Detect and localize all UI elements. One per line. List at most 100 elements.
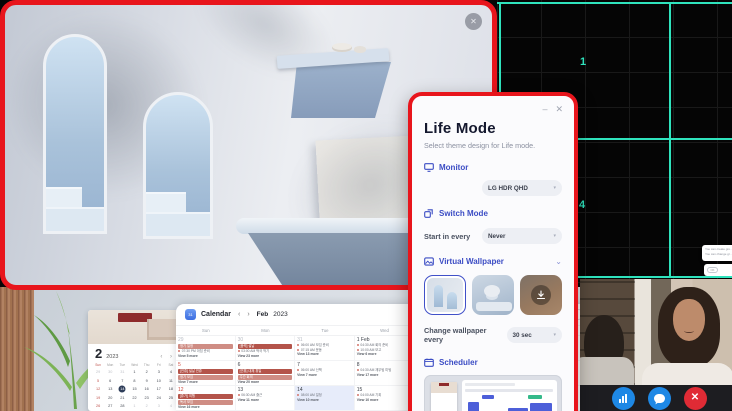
- calendar-day-cell[interactable]: 5[연휴] 설날 연휴정기 모임View 7 more: [176, 361, 236, 385]
- calendar-next-icon[interactable]: ›: [247, 311, 249, 318]
- mini-calendar-date[interactable]: 5: [92, 377, 104, 386]
- view-more-link[interactable]: View 10 more: [357, 398, 412, 403]
- mini-calendar-date[interactable]: 8: [128, 377, 140, 386]
- end-call-button[interactable]: ✕: [684, 387, 707, 410]
- mini-calendar-date[interactable]: 31: [116, 368, 128, 377]
- monitor-dropdown[interactable]: LG HDR QHD▾: [482, 180, 562, 196]
- day-header: Tue: [295, 326, 355, 335]
- start-in-every-label: Start in every: [424, 232, 470, 241]
- calendar-day-cell[interactable]: 1306:30 AM 출근View 11 more: [236, 386, 296, 410]
- day-header: Sun: [176, 326, 236, 335]
- calendar-day-cell[interactable]: 1504:00 AM 기획View 10 more: [355, 386, 415, 410]
- mini-calendar-date[interactable]: 3: [153, 368, 165, 377]
- calendar-day-cell[interactable]: 30[음력] 설날03:00 AM 떡국 먹기View 23 more: [236, 336, 296, 360]
- mini-calendar-date[interactable]: 15: [128, 385, 140, 394]
- mini-calendar-date[interactable]: 14: [116, 385, 128, 394]
- event-bar[interactable]: [연휴] 대체 휴일: [238, 369, 293, 374]
- mini-calendar-row: 19202122232425: [88, 394, 181, 403]
- calendar-day-cell[interactable]: 1408:00 AM 일정View 10 more: [295, 386, 355, 410]
- wallpaper-thumb-desk[interactable]: [472, 275, 514, 315]
- chevron-down-icon: ▾: [553, 185, 556, 191]
- mini-day-header: Fri: [153, 361, 165, 368]
- view-more-link[interactable]: View 5 more: [178, 354, 233, 359]
- wallpaper-thumb-arches[interactable]: [424, 275, 466, 315]
- mini-calendar-date[interactable]: 1: [128, 368, 140, 377]
- mini-calendar-date[interactable]: 10: [153, 377, 165, 386]
- event-bar[interactable]: [휴가] 여행: [178, 394, 233, 399]
- mini-calendar-date[interactable]: 13: [104, 385, 116, 394]
- mini-calendar-date[interactable]: 30: [104, 368, 116, 377]
- mini-calendar-date[interactable]: 26: [92, 402, 104, 411]
- calendar-day-cell[interactable]: 706:00 AM 산책View 7 more: [295, 361, 355, 385]
- thumb-arch: [434, 285, 443, 307]
- wallpaper-thumbnails: [424, 275, 562, 315]
- calendar-day-cell[interactable]: 804:30 AM 재무팀 미팅View 17 more: [355, 361, 415, 385]
- notification-action-box: OK: [704, 264, 732, 276]
- tooltip-ok-button[interactable]: OK: [707, 267, 718, 273]
- calendar-day-cell[interactable]: 6[연휴] 대체 휴일주간 회의View 20 more: [236, 361, 296, 385]
- close-icon[interactable]: ✕: [465, 13, 482, 30]
- mini-calendar-date[interactable]: 17: [153, 385, 165, 394]
- view-more-link[interactable]: View 7 more: [178, 380, 233, 385]
- event-bar[interactable]: [연휴] 설날 연휴: [178, 369, 233, 374]
- mini-calendar-date[interactable]: 6: [104, 377, 116, 386]
- video-call-panel: ✕: [580, 279, 732, 411]
- close-icon[interactable]: ✕: [555, 105, 563, 114]
- monitor-section-label: Monitor: [439, 163, 468, 172]
- minimize-icon[interactable]: –: [542, 105, 547, 114]
- mini-day-header: Thu: [141, 361, 153, 368]
- chat-button[interactable]: [648, 387, 671, 410]
- mini-calendar-date[interactable]: 20: [104, 394, 116, 403]
- mini-calendar-date[interactable]: 24: [153, 394, 165, 403]
- mini-calendar-date[interactable]: 12: [92, 385, 104, 394]
- thumb-preview: [427, 278, 463, 312]
- view-more-link[interactable]: View 16 more: [178, 405, 233, 410]
- mini-calendar-date[interactable]: 16: [141, 385, 153, 394]
- switch-interval-dropdown[interactable]: Never▾: [482, 228, 562, 244]
- view-more-link[interactable]: View 20 more: [238, 380, 293, 385]
- mini-calendar-artwork: [88, 310, 181, 344]
- mini-calendar-date[interactable]: 2: [141, 402, 153, 411]
- mini-calendar-nav-arrows[interactable]: ‹ ›: [160, 354, 175, 360]
- arch-niche-large: [43, 34, 107, 234]
- mini-calendar-date[interactable]: 9: [141, 377, 153, 386]
- mini-calendar-date[interactable]: 28: [116, 402, 128, 411]
- wallpaper-interval-dropdown[interactable]: 30 sec▾: [507, 327, 562, 343]
- mini-calendar-date[interactable]: 1: [128, 402, 140, 411]
- mini-calendar-year: 2023: [106, 354, 118, 360]
- close-call-icon: ✕: [691, 393, 699, 403]
- mini-day-header: Tue: [116, 361, 128, 368]
- wallpaper-thumb-download[interactable]: [520, 275, 562, 315]
- calendar-prev-icon[interactable]: ‹: [238, 311, 240, 318]
- grid-line-top: [497, 2, 732, 4]
- calendar-icon: [424, 358, 434, 367]
- view-more-link[interactable]: View 10 more: [297, 398, 352, 403]
- change-wallpaper-label: Change wallpaper every: [424, 326, 507, 344]
- calendar-day-cell[interactable]: 29정기 일정07:30 PM 아침 준비View 5 more: [176, 336, 236, 360]
- collapse-chevron-icon[interactable]: ⌄: [555, 259, 562, 265]
- view-more-link[interactable]: View 13 more: [297, 352, 352, 357]
- mini-calendar-date[interactable]: 2: [141, 368, 153, 377]
- notification-tooltip: You can create gro… You can change gr…: [702, 245, 732, 261]
- calendar-day-cell[interactable]: 1 Feb04:30 AM 회의 준비10:00 AM 보고View 6 mor…: [355, 336, 415, 360]
- mini-calendar-date[interactable]: 27: [104, 402, 116, 411]
- mini-calendar-date[interactable]: 29: [92, 368, 104, 377]
- mini-calendar-row: 567891011: [88, 377, 181, 386]
- calendar-day-cell[interactable]: 12[휴가] 여행독서 모임View 16 more: [176, 386, 236, 410]
- mini-calendar-row: 2627281234: [88, 402, 181, 411]
- view-more-link[interactable]: View 6 more: [357, 352, 412, 357]
- mini-calendar-date[interactable]: 3: [153, 402, 165, 411]
- view-more-link[interactable]: View 23 more: [238, 354, 293, 359]
- view-more-link[interactable]: View 11 more: [238, 398, 293, 403]
- mini-calendar-date[interactable]: 19: [92, 394, 104, 403]
- mini-day-header: Mon: [104, 361, 116, 368]
- mini-calendar-date[interactable]: 23: [141, 394, 153, 403]
- mini-calendar-date[interactable]: 7: [116, 377, 128, 386]
- scheduler-preview-thumbnail[interactable]: [424, 375, 562, 411]
- mini-calendar-date[interactable]: 22: [128, 394, 140, 403]
- stats-button[interactable]: [612, 387, 635, 410]
- mini-calendar-date[interactable]: 21: [116, 394, 128, 403]
- calendar-day-cell[interactable]: 3106:00 AM 모임 준비07:15 AM 운동View 13 more: [295, 336, 355, 360]
- view-more-link[interactable]: View 17 more: [357, 373, 412, 378]
- view-more-link[interactable]: View 7 more: [297, 373, 352, 378]
